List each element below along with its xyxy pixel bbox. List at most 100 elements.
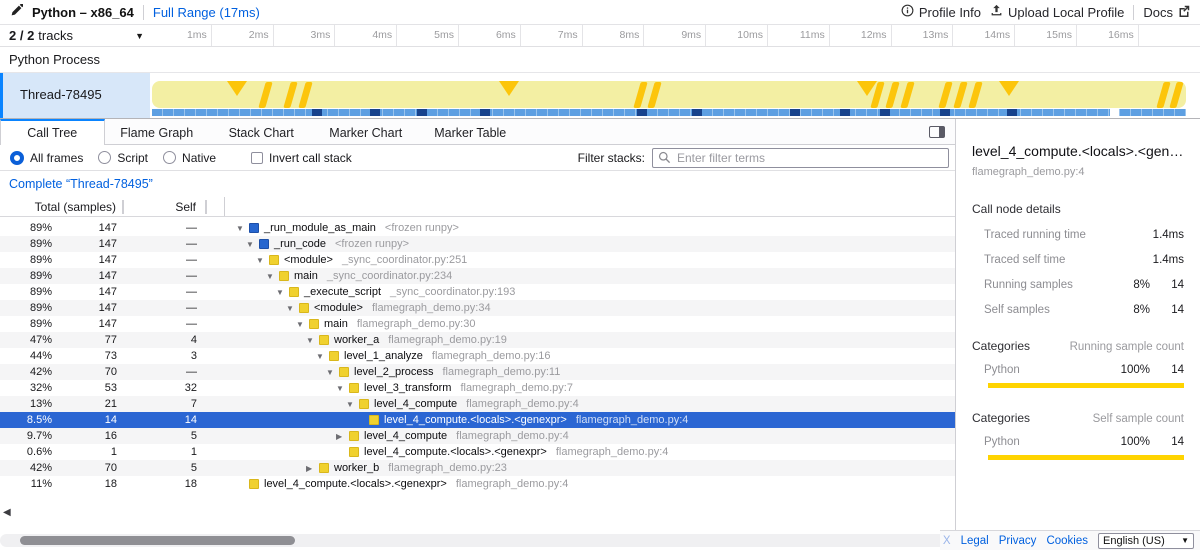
language-select[interactable]: English (US) ▼ xyxy=(1098,533,1194,549)
categories-count-heading: Running sample count xyxy=(1070,341,1184,353)
marker-triangle-icon[interactable] xyxy=(999,81,1019,96)
total-samples: 147 xyxy=(56,238,124,250)
marker-slash-icon[interactable] xyxy=(900,82,914,108)
marker-triangle-icon[interactable] xyxy=(499,81,519,96)
tracks-dropdown[interactable]: 2 / 2 tracks ▼ xyxy=(0,25,150,46)
samples-strip[interactable] xyxy=(152,109,1186,116)
expander-closed-icon[interactable]: ▶ xyxy=(336,432,349,441)
total-samples-header[interactable]: Total (samples) xyxy=(0,200,124,214)
call-tree-row[interactable]: 9.7%165▶level_4_computeflamegraph_demo.p… xyxy=(0,428,955,444)
expander-open-icon[interactable]: ▼ xyxy=(276,288,289,297)
filter-stacks-input[interactable] xyxy=(652,148,949,168)
expander-open-icon[interactable]: ▼ xyxy=(346,400,359,409)
breadcrumb-complete-link[interactable]: Complete “Thread-78495” xyxy=(9,177,153,191)
marker-slash-icon[interactable] xyxy=(1169,82,1183,108)
total-percent: 89% xyxy=(0,270,56,282)
marker-triangle-icon[interactable] xyxy=(227,81,247,96)
profile-info-button[interactable]: Profile Info xyxy=(901,4,981,20)
call-tree-row[interactable]: 42%705▶worker_bflamegraph_demo.py:23 xyxy=(0,460,955,476)
tab-call-tree[interactable]: Call Tree xyxy=(0,119,105,145)
radio-native[interactable]: Native xyxy=(163,151,225,165)
call-tree-row[interactable]: 47%774▼worker_aflamegraph_demo.py:19 xyxy=(0,332,955,348)
docs-button[interactable]: Docs xyxy=(1143,5,1190,20)
call-tree-row[interactable]: 89%147—▼mainflamegraph_demo.py:30 xyxy=(0,316,955,332)
marker-slash-icon[interactable] xyxy=(283,82,297,108)
category-square-icon xyxy=(249,223,259,233)
upload-profile-button[interactable]: Upload Local Profile xyxy=(990,4,1124,20)
tab-marker-table[interactable]: Marker Table xyxy=(418,119,523,144)
marker-slash-icon[interactable] xyxy=(633,82,647,108)
radio-script[interactable]: Script xyxy=(98,151,157,165)
tree-cell: ▶level_4_computeflamegraph_demo.py:4 xyxy=(225,430,955,442)
scrollbar-thumb[interactable] xyxy=(20,536,295,545)
full-range-button[interactable]: Full Range (17ms) xyxy=(153,5,260,20)
footer-link-cookies[interactable]: Cookies xyxy=(1046,535,1088,547)
expander-open-icon[interactable]: ▼ xyxy=(306,336,319,345)
call-tree-row[interactable]: 0.6%11level_4_compute.<locals>.<genexpr>… xyxy=(0,444,955,460)
collapse-left-arrow-icon[interactable]: ◀ xyxy=(3,507,11,518)
call-tree-row[interactable]: 89%147—▼<module>_sync_coordinator.py:251 xyxy=(0,252,955,268)
totals-cell: 11%18 xyxy=(0,478,124,490)
expander-open-icon[interactable]: ▼ xyxy=(266,272,279,281)
category-bar xyxy=(988,383,1184,388)
expander-open-icon[interactable]: ▼ xyxy=(286,304,299,313)
call-tree-row[interactable]: 11%1818level_4_compute.<locals>.<genexpr… xyxy=(0,476,955,492)
process-track-row[interactable]: Python Process xyxy=(0,47,1200,73)
marker-slash-icon[interactable] xyxy=(968,82,982,108)
total-percent: 9.7% xyxy=(0,430,56,442)
expander-open-icon[interactable]: ▼ xyxy=(316,352,329,361)
expander-open-icon[interactable]: ▼ xyxy=(336,384,349,393)
self-header[interactable]: Self xyxy=(124,200,207,214)
expander-open-icon[interactable]: ▼ xyxy=(326,368,339,377)
sample-dense-segment xyxy=(417,109,427,116)
activity-band[interactable] xyxy=(152,81,1186,108)
call-tree-row[interactable]: 8.5%1414level_4_compute.<locals>.<genexp… xyxy=(0,412,955,428)
call-tree-row[interactable]: 89%147—▼_execute_script_sync_coordinator… xyxy=(0,284,955,300)
expander-open-icon[interactable]: ▼ xyxy=(296,320,309,329)
footer-link-privacy[interactable]: Privacy xyxy=(999,535,1037,547)
radio-all-frames[interactable]: All frames xyxy=(10,151,92,165)
call-tree-row[interactable]: 44%733▼level_1_analyzeflamegraph_demo.py… xyxy=(0,348,955,364)
expander-open-icon[interactable]: ▼ xyxy=(246,240,259,249)
tree-cell: level_4_compute.<locals>.<genexpr>flameg… xyxy=(225,446,955,458)
marker-slash-icon[interactable] xyxy=(298,82,312,108)
total-samples: 73 xyxy=(56,350,124,362)
marker-slash-icon[interactable] xyxy=(885,82,899,108)
marker-slash-icon[interactable] xyxy=(1156,82,1170,108)
marker-slash-icon[interactable] xyxy=(953,82,967,108)
total-samples: 147 xyxy=(56,318,124,330)
marker-slash-icon[interactable] xyxy=(938,82,952,108)
tab-flame-graph[interactable]: Flame Graph xyxy=(105,119,210,144)
call-tree-row[interactable]: 13%217▼level_4_computeflamegraph_demo.py… xyxy=(0,396,955,412)
sample-dense-segment xyxy=(692,109,702,116)
totals-cell: 89%147 xyxy=(0,222,124,234)
sidebar-toggle-button[interactable] xyxy=(919,119,955,144)
call-tree-row[interactable]: 32%5332▼level_3_transformflamegraph_demo… xyxy=(0,380,955,396)
tab-marker-chart[interactable]: Marker Chart xyxy=(314,119,419,144)
self-samples: 14 xyxy=(124,414,207,426)
call-tree-row[interactable]: 89%147—▼_run_module_as_main<frozen runpy… xyxy=(0,220,955,236)
marker-slash-icon[interactable] xyxy=(647,82,661,108)
header-divider-2 xyxy=(1133,5,1134,20)
thread-track-row[interactable]: Thread-78495 xyxy=(0,73,1200,119)
expander-closed-icon[interactable]: ▶ xyxy=(306,464,319,473)
horizontal-scrollbar[interactable] xyxy=(0,534,952,547)
call-tree-row[interactable]: 89%147—▼_run_code<frozen runpy> xyxy=(0,236,955,252)
expander-open-icon[interactable]: ▼ xyxy=(256,256,269,265)
footer-link-legal[interactable]: Legal xyxy=(961,535,989,547)
sample-dense-segment xyxy=(790,109,800,116)
thread-activity-graph[interactable] xyxy=(150,73,1200,118)
marker-slash-icon[interactable] xyxy=(258,82,272,108)
invert-call-stack-checkbox[interactable]: Invert call stack xyxy=(251,151,352,165)
thread-track-header[interactable]: Thread-78495 xyxy=(0,73,150,118)
call-tree-row[interactable]: 42%70—▼level_2_processflamegraph_demo.py… xyxy=(0,364,955,380)
footer-link-x[interactable]: X xyxy=(943,535,951,547)
call-tree-row[interactable]: 89%147—▼<module>flamegraph_demo.py:34 xyxy=(0,300,955,316)
tree-cell: level_4_compute.<locals>.<genexpr>flameg… xyxy=(225,478,955,490)
category-square-icon xyxy=(249,479,259,489)
tab-stack-chart[interactable]: Stack Chart xyxy=(209,119,314,144)
tracks-word: tracks xyxy=(38,28,73,43)
call-tree-row[interactable]: 89%147—▼main_sync_coordinator.py:234 xyxy=(0,268,955,284)
category-percent: 100% xyxy=(1106,436,1150,448)
expander-open-icon[interactable]: ▼ xyxy=(236,224,249,233)
